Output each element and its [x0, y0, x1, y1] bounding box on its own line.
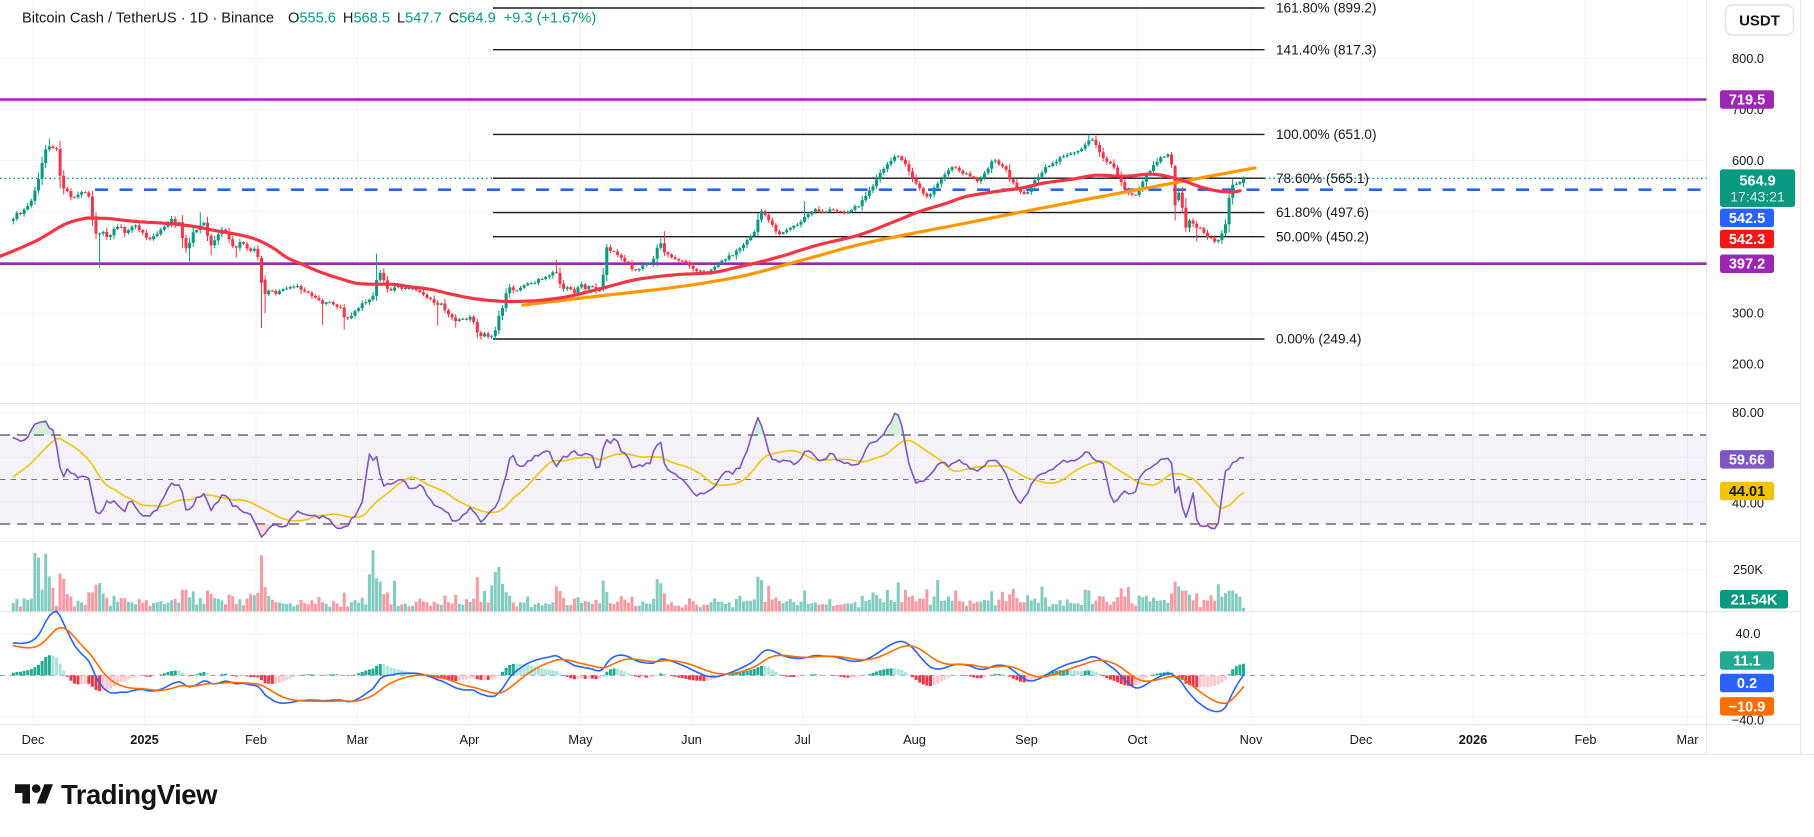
svg-text:100.00% (651.0): 100.00% (651.0) — [1276, 127, 1377, 142]
svg-text:40.0: 40.0 — [1736, 626, 1761, 641]
svg-text:Sep: Sep — [1015, 732, 1038, 747]
svg-text:59.66: 59.66 — [1729, 452, 1765, 468]
svg-text:Oct: Oct — [1128, 732, 1148, 747]
svg-text:141.40% (817.3): 141.40% (817.3) — [1276, 42, 1377, 57]
svg-text:USDT: USDT — [1739, 13, 1780, 30]
svg-text:50.00% (450.2): 50.00% (450.2) — [1276, 229, 1369, 244]
svg-text:250K: 250K — [1733, 562, 1763, 577]
svg-text:80.00: 80.00 — [1732, 405, 1764, 420]
svg-text:2026: 2026 — [1459, 732, 1487, 747]
svg-text:300.0: 300.0 — [1732, 306, 1764, 321]
svg-text:17:43:21: 17:43:21 — [1730, 188, 1785, 204]
svg-text:2025: 2025 — [130, 732, 158, 747]
svg-text:78.60% (565.1): 78.60% (565.1) — [1276, 171, 1369, 186]
svg-text:564.9: 564.9 — [1739, 173, 1775, 189]
svg-text:Feb: Feb — [245, 732, 267, 747]
svg-text:0.00% (249.4): 0.00% (249.4) — [1276, 332, 1361, 347]
svg-text:21.54K: 21.54K — [1731, 592, 1778, 608]
svg-text:719.5: 719.5 — [1729, 93, 1765, 109]
svg-text:May: May — [568, 732, 593, 747]
svg-text:Dec: Dec — [1350, 732, 1373, 747]
svg-text:−10.9: −10.9 — [1729, 699, 1766, 715]
svg-text:397.2: 397.2 — [1729, 257, 1765, 273]
svg-text:Apr: Apr — [460, 732, 481, 747]
svg-text:161.80% (899.2): 161.80% (899.2) — [1276, 1, 1377, 16]
svg-text:0.2: 0.2 — [1737, 676, 1757, 692]
svg-text:11.1: 11.1 — [1733, 654, 1760, 670]
svg-text:Dec: Dec — [22, 732, 45, 747]
svg-text:Jun: Jun — [681, 732, 702, 747]
svg-text:Bitcoin Cash / TetherUS · 1D ·: Bitcoin Cash / TetherUS · 1D · BinanceO5… — [22, 11, 596, 27]
svg-text:Feb: Feb — [1574, 732, 1596, 747]
svg-text:542.3: 542.3 — [1729, 232, 1765, 248]
svg-text:800.0: 800.0 — [1732, 51, 1764, 66]
svg-text:Jul: Jul — [794, 732, 810, 747]
svg-text:TradingView: TradingView — [61, 779, 218, 810]
svg-text:542.5: 542.5 — [1729, 211, 1765, 227]
svg-text:Nov: Nov — [1240, 732, 1263, 747]
svg-text:Mar: Mar — [1676, 732, 1699, 747]
svg-text:600.0: 600.0 — [1732, 153, 1764, 168]
svg-text:44.01: 44.01 — [1729, 484, 1765, 500]
svg-text:61.80% (497.6): 61.80% (497.6) — [1276, 205, 1369, 220]
svg-text:200.0: 200.0 — [1732, 357, 1764, 372]
svg-text:Mar: Mar — [346, 732, 369, 747]
svg-text:Aug: Aug — [903, 732, 926, 747]
